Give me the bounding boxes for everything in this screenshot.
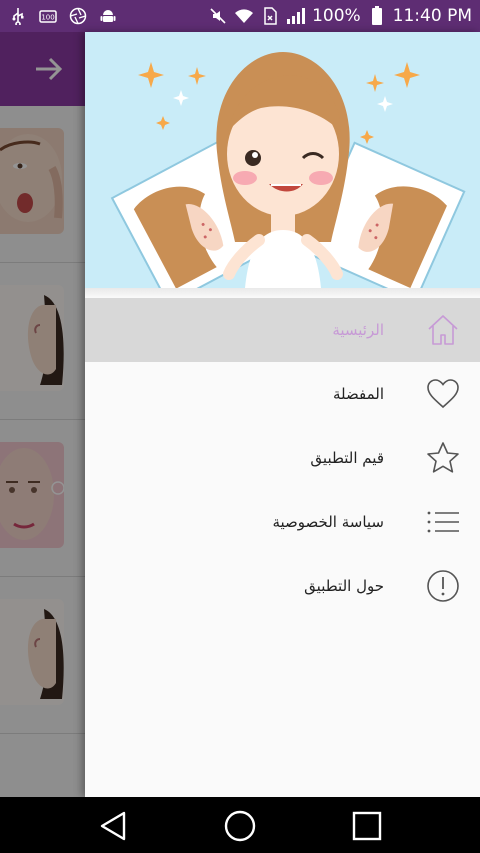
drawer-header-illustration <box>85 32 480 288</box>
header-divider <box>85 288 480 298</box>
list-icon <box>426 505 460 539</box>
signal-icon <box>286 6 306 26</box>
battery-percent: 100% <box>312 6 361 26</box>
menu-item-home[interactable]: الرئيسية <box>85 298 480 362</box>
menu-item-label: سياسة الخصوصية <box>272 513 384 531</box>
home-circle-icon[interactable] <box>223 809 257 843</box>
battery-100-icon: 100 <box>38 6 58 26</box>
battery-icon <box>367 6 387 26</box>
clock: 11:40 PM <box>392 6 472 26</box>
android-icon <box>98 6 118 26</box>
mute-icon <box>208 6 228 26</box>
menu-item-label: المفضلة <box>332 385 384 403</box>
no-sim-icon <box>260 6 280 26</box>
menu-item-rate-app[interactable]: قيم التطبيق <box>85 426 480 490</box>
info-icon <box>426 569 460 603</box>
star-icon <box>426 441 460 475</box>
svg-text:100: 100 <box>41 14 54 22</box>
wifi-icon <box>234 6 254 26</box>
usb-icon <box>8 6 28 26</box>
recents-icon[interactable] <box>350 809 384 843</box>
heart-icon <box>426 377 460 411</box>
home-icon <box>426 313 460 347</box>
aperture-icon <box>68 6 88 26</box>
menu-item-about[interactable]: حول التطبيق <box>85 554 480 618</box>
drawer-menu: الرئيسية المفضلة قيم التطبيق سياسة الخصو… <box>85 298 480 618</box>
menu-item-label: الرئيسية <box>332 321 384 339</box>
status-bar: 100 100% 11:40 PM <box>0 0 480 32</box>
menu-item-favorites[interactable]: المفضلة <box>85 362 480 426</box>
navigation-bar <box>0 797 480 853</box>
menu-item-label: حول التطبيق <box>304 577 384 595</box>
menu-item-privacy-policy[interactable]: سياسة الخصوصية <box>85 490 480 554</box>
back-icon[interactable] <box>96 809 130 843</box>
menu-item-label: قيم التطبيق <box>310 449 384 467</box>
navigation-drawer: الرئيسية المفضلة قيم التطبيق سياسة الخصو… <box>85 32 480 797</box>
